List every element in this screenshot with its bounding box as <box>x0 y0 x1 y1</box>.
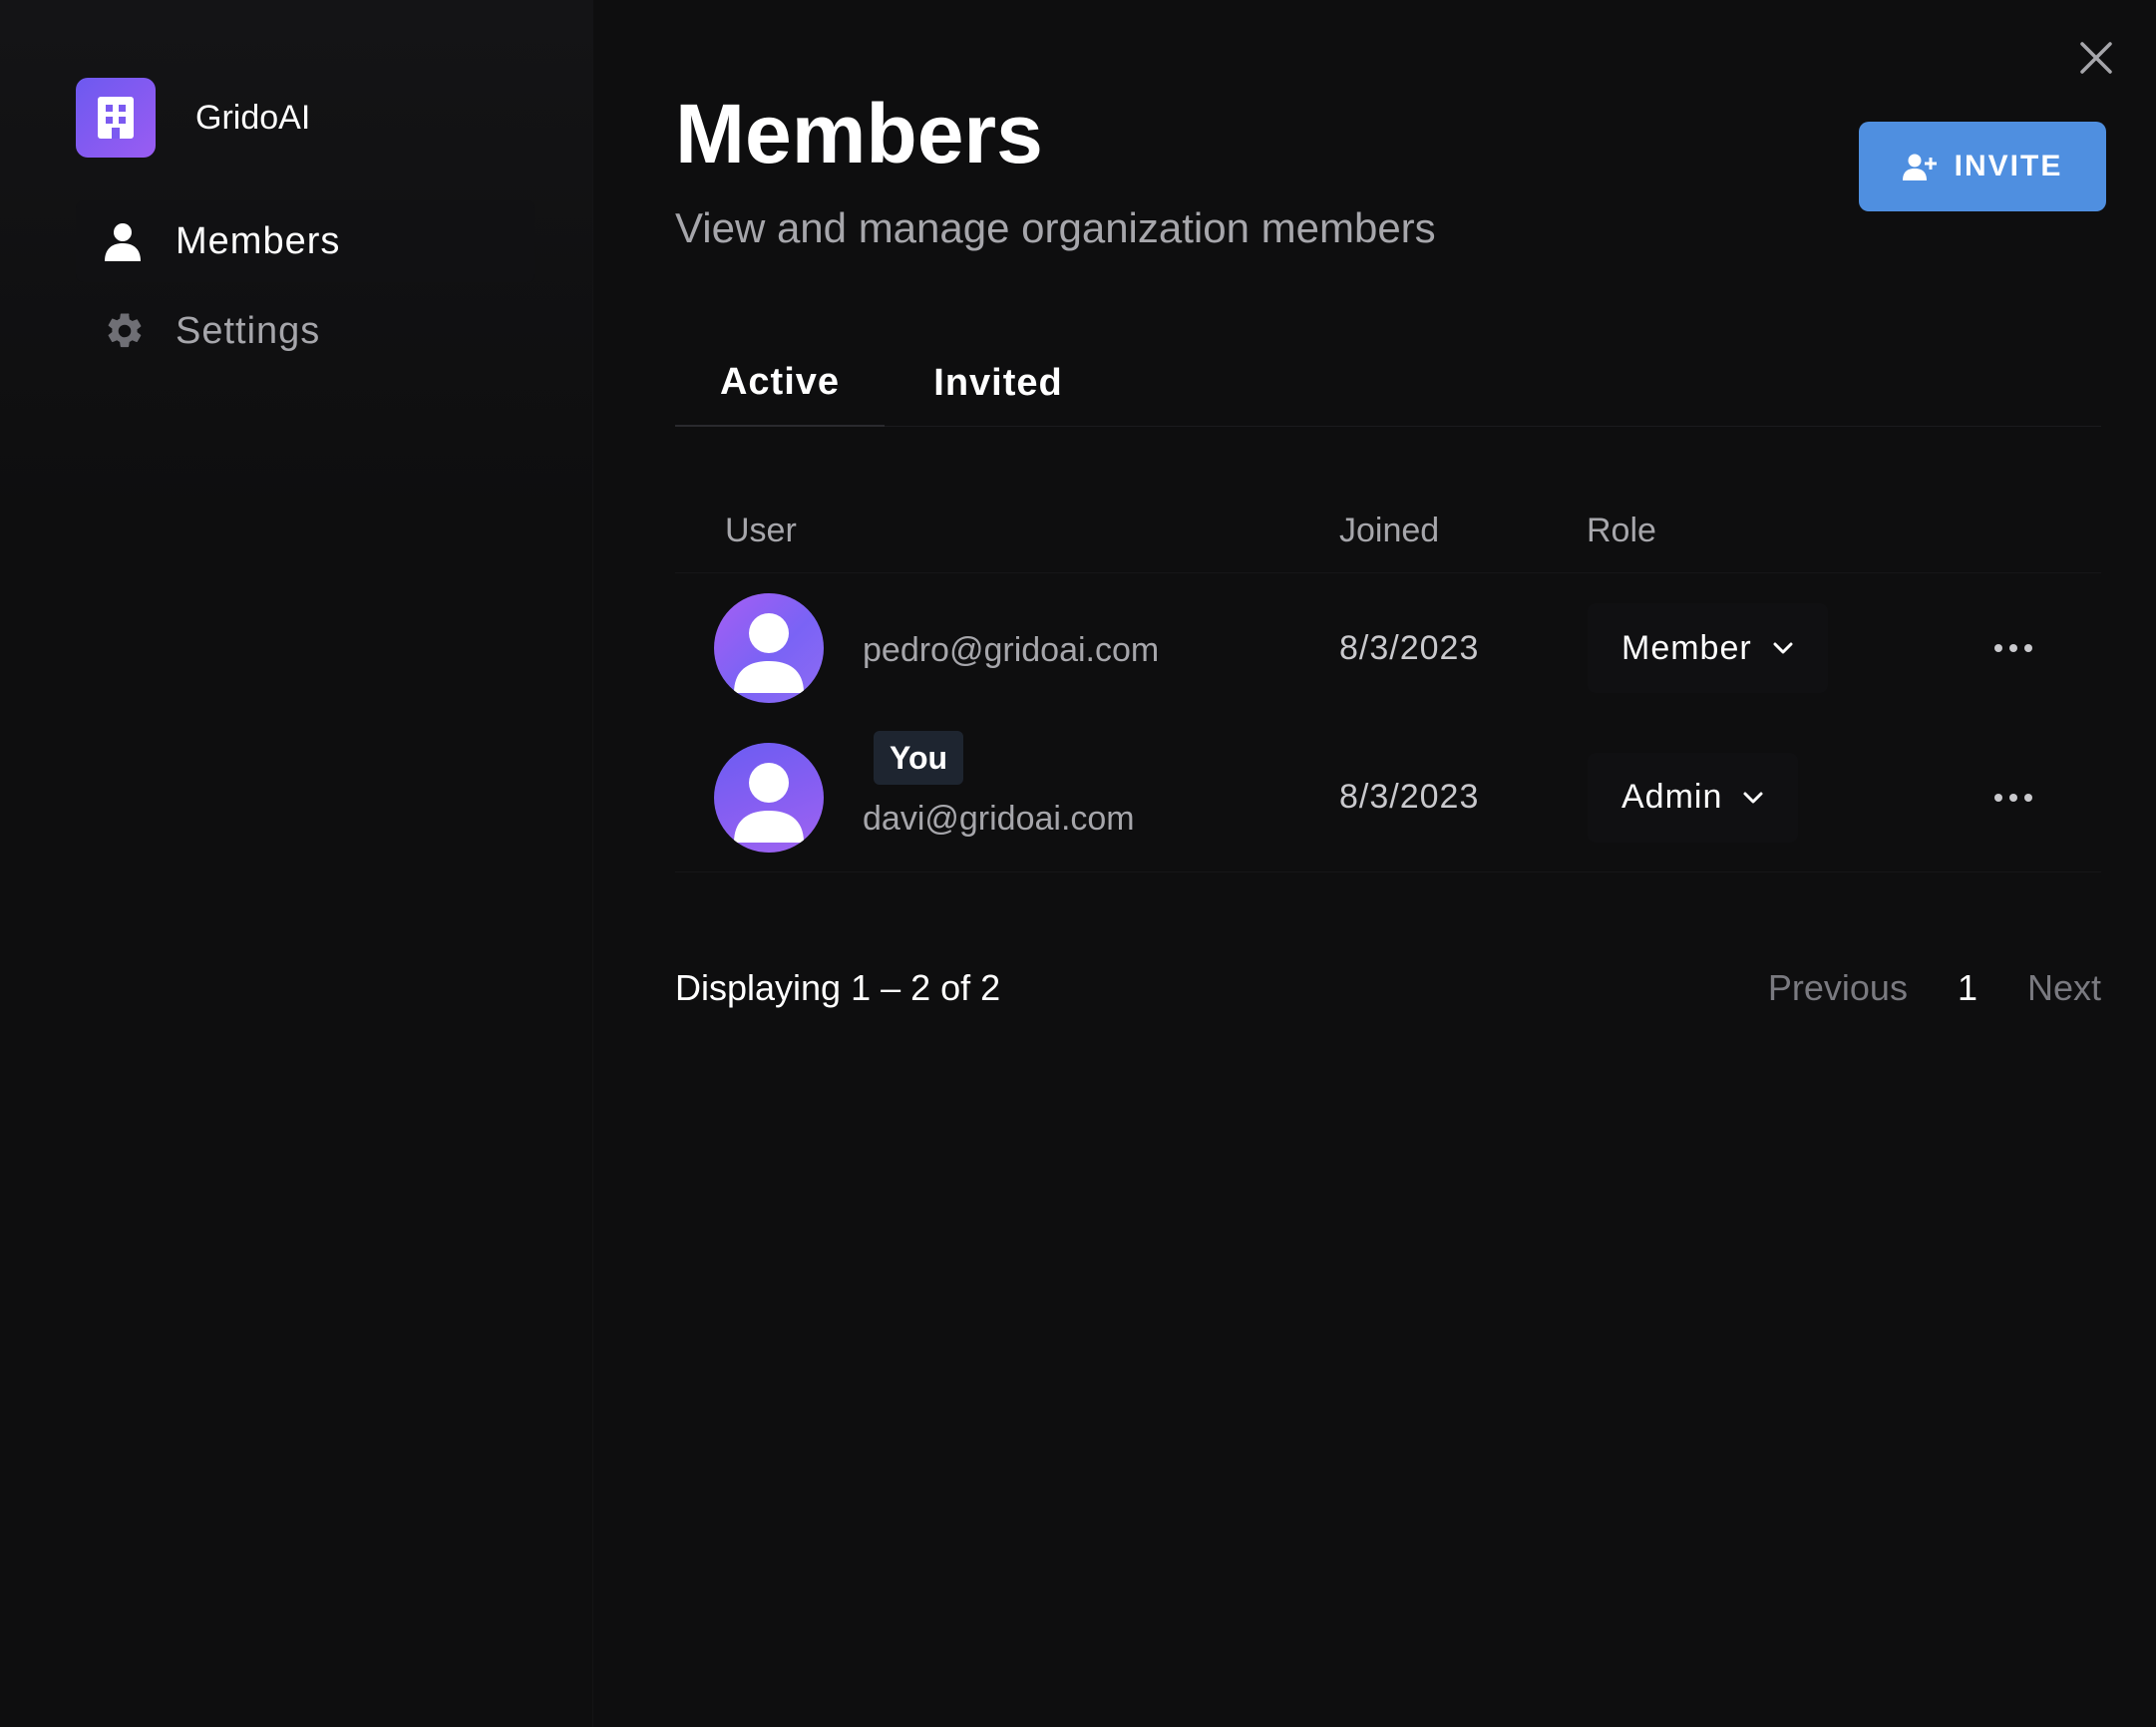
close-icon[interactable] <box>2076 38 2116 78</box>
invite-button-label: INVITE <box>1954 150 2063 182</box>
column-header-joined: Joined <box>1339 511 1440 549</box>
tabs: Active Invited <box>675 339 2101 427</box>
person-icon <box>76 221 176 261</box>
table-row: You davi@gridoai.com 8/3/2023 Admin <box>675 723 2101 872</box>
you-badge: You <box>874 731 964 785</box>
more-options-icon[interactable] <box>1983 778 2043 818</box>
table-row: pedro@gridoai.com 8/3/2023 Member <box>675 573 2101 723</box>
role-select[interactable]: Member <box>1588 603 1828 693</box>
column-header-user: User <box>725 511 797 549</box>
members-table: User Joined Role pedro@gridoai.com 8/3/2… <box>675 489 2101 872</box>
avatar <box>714 742 824 853</box>
sidebar: GridoAI Members Settings <box>0 0 593 1727</box>
member-joined-date: 8/3/2023 <box>1339 778 1480 816</box>
chevron-down-icon <box>1742 791 1764 805</box>
page-number-button[interactable]: 1 <box>1958 967 1977 1009</box>
table-header: User Joined Role <box>675 489 2101 573</box>
invite-button[interactable]: INVITE <box>1859 122 2106 211</box>
tab-invited[interactable]: Invited <box>885 339 1112 427</box>
org-name: GridoAI <box>195 98 311 137</box>
add-user-icon <box>1902 153 1937 180</box>
app-window: GridoAI Members Settings Members View an… <box>0 0 2156 1727</box>
member-email: davi@gridoai.com <box>863 800 1135 838</box>
sidebar-item-members[interactable]: Members <box>76 200 535 282</box>
next-page-button[interactable]: Next <box>2027 967 2101 1009</box>
chevron-down-icon <box>1772 641 1794 655</box>
more-options-icon[interactable] <box>1983 628 2043 668</box>
building-icon <box>76 78 156 158</box>
org-header: GridoAI <box>76 78 310 158</box>
role-value: Admin <box>1621 778 1723 816</box>
previous-page-button[interactable]: Previous <box>1768 967 1908 1009</box>
avatar <box>714 593 824 703</box>
column-header-role: Role <box>1587 511 1656 549</box>
pagination-summary: Displaying 1 – 2 of 2 <box>675 967 1001 1008</box>
gear-icon <box>76 310 176 352</box>
page-title: Members <box>675 87 1043 180</box>
sidebar-item-settings[interactable]: Settings <box>76 290 535 372</box>
member-joined-date: 8/3/2023 <box>1339 628 1480 667</box>
table-footer: Displaying 1 – 2 of 2 Previous 1 Next <box>675 967 2101 1011</box>
page-subtitle: View and manage organization members <box>675 204 1436 251</box>
role-select[interactable]: Admin <box>1588 752 1799 843</box>
role-value: Member <box>1621 628 1752 667</box>
sidebar-item-label: Settings <box>176 309 321 352</box>
pagination: Previous 1 Next <box>1768 967 2101 1009</box>
sidebar-item-label: Members <box>176 219 341 262</box>
tab-active[interactable]: Active <box>675 339 885 427</box>
member-email: pedro@gridoai.com <box>863 631 1160 669</box>
